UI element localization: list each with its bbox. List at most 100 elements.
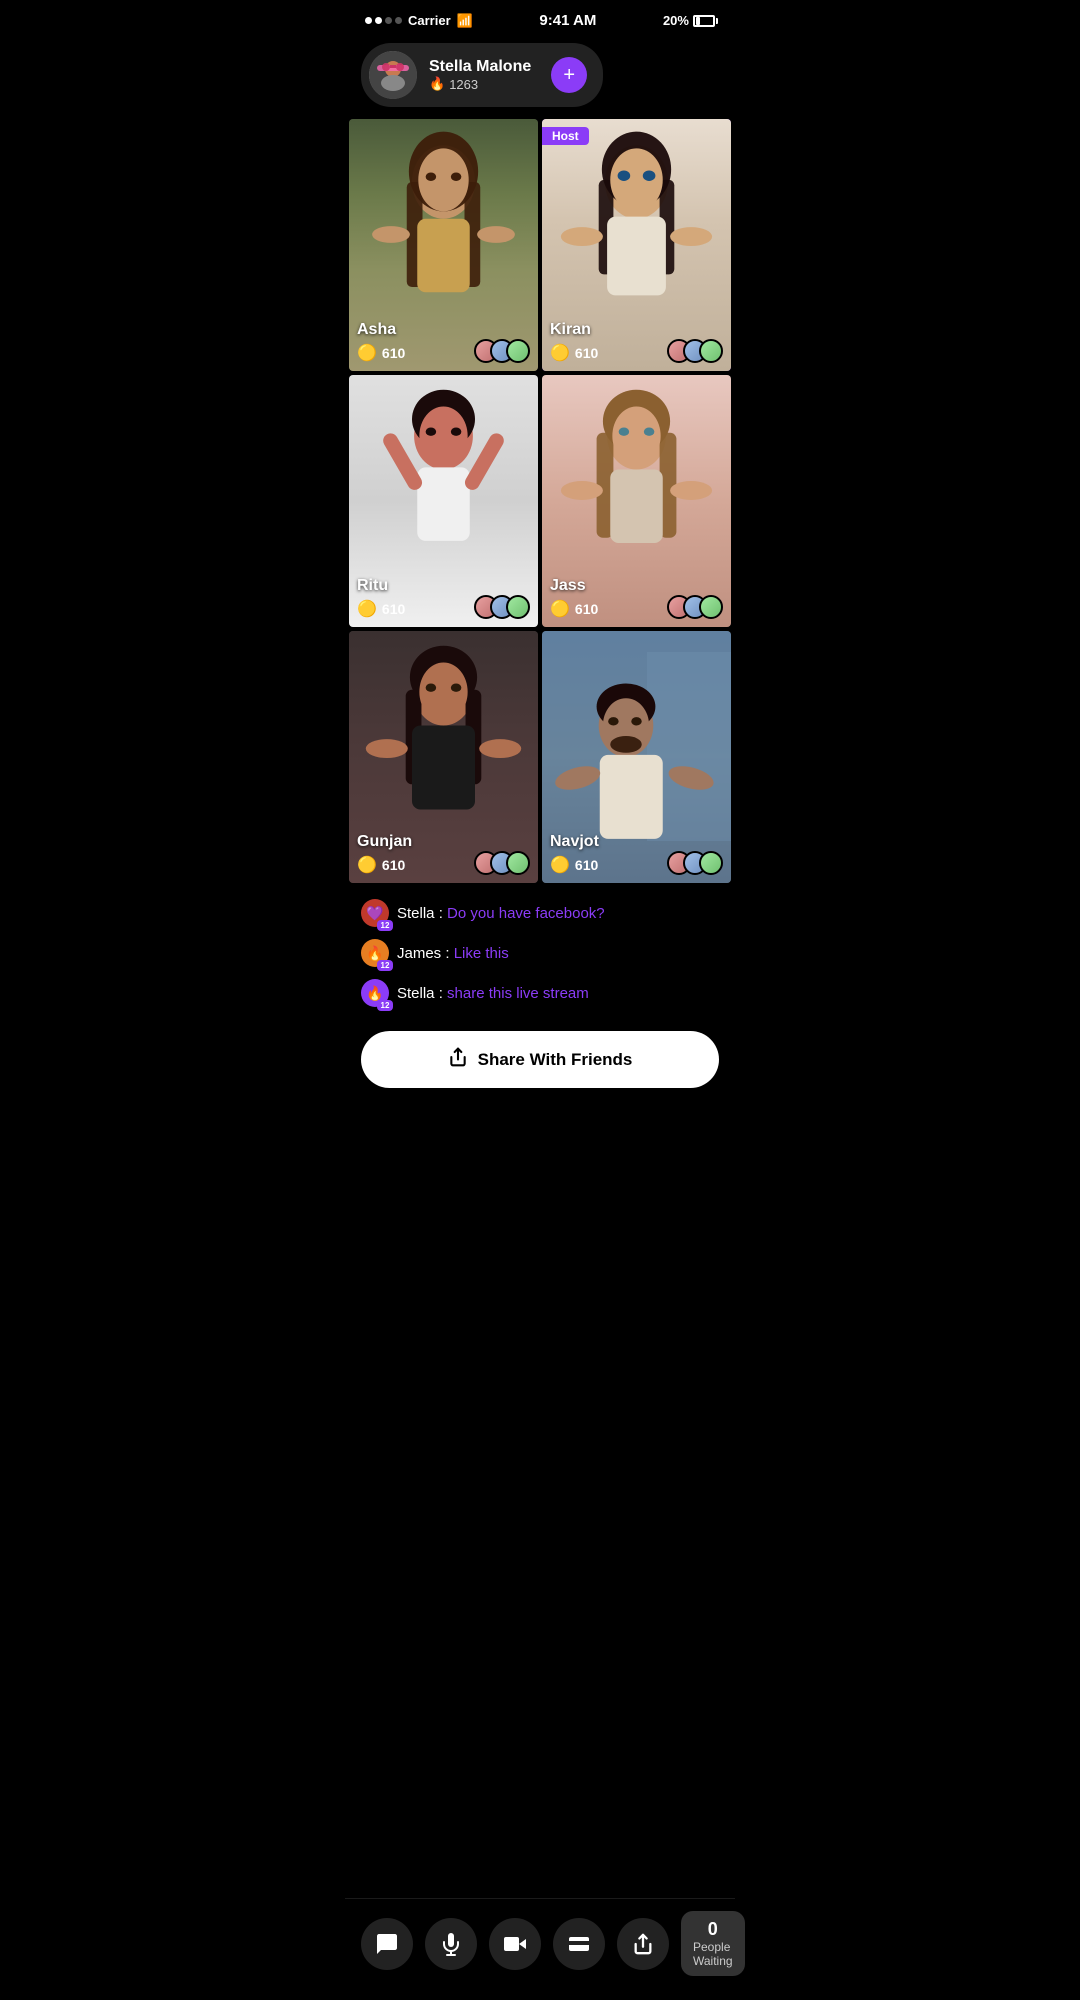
- stream-coins-asha: 🟡 610: [357, 343, 405, 363]
- share-button[interactable]: Share With Friends: [361, 1031, 719, 1088]
- chat-badge-wrap-3: 🔥 12: [361, 979, 389, 1007]
- viewer-avatar-g3: [506, 851, 530, 875]
- coin-value-jass: 610: [575, 601, 598, 617]
- level-badge-3: 12: [377, 1000, 393, 1011]
- coin-icon-jass: 🟡: [550, 599, 570, 619]
- viewer-avatars-jass: [667, 595, 723, 619]
- nav-icons-group: [361, 1918, 675, 1970]
- signal-dot-4: [395, 17, 402, 24]
- stream-coins-jass: 🟡 610: [550, 599, 598, 619]
- stream-info-kiran: Kiran 🟡 610: [550, 321, 598, 363]
- coin-icon-navjot: 🟡: [550, 855, 570, 875]
- chat-badge-wrap-1: 💜 12: [361, 899, 389, 927]
- chat-message-content-2: Like this: [454, 945, 509, 962]
- signal-dot-3: [385, 17, 392, 24]
- chat-text-3: Stella : share this live stream: [397, 985, 589, 1002]
- status-left: Carrier 📶: [365, 13, 473, 29]
- battery-percent: 20%: [663, 13, 689, 28]
- streamer-name-asha: Asha: [357, 321, 405, 339]
- people-waiting-panel: 0 People Waiting: [681, 1911, 745, 1976]
- share-section: Share With Friends: [345, 1031, 735, 1108]
- coin-value-kiran: 610: [575, 345, 598, 361]
- streamer-name-navjot: Navjot: [550, 833, 599, 851]
- stream-cell-ritu[interactable]: Ritu 🟡 610: [349, 375, 538, 627]
- chat-message-content-3: share this live stream: [447, 985, 589, 1002]
- stream-info-gunjan: Gunjan 🟡 610: [357, 833, 412, 875]
- stream-info-ritu: Ritu 🟡 610: [357, 577, 405, 619]
- coin-icon-kiran: 🟡: [550, 343, 570, 363]
- viewer-avatars-gunjan: [474, 851, 530, 875]
- bottom-nav: 0 People Waiting: [345, 1898, 735, 2000]
- stream-grid: Asha 🟡 610 Host Kiran: [345, 119, 735, 883]
- streamer-name-kiran: Kiran: [550, 321, 598, 339]
- stream-info-navjot: Navjot 🟡 610: [550, 833, 599, 875]
- stream-cell-gunjan[interactable]: Gunjan 🟡 610: [349, 631, 538, 883]
- viewer-avatar-3: [506, 339, 530, 363]
- stream-coins-navjot: 🟡 610: [550, 855, 599, 875]
- chat-nav-button[interactable]: [361, 1918, 413, 1970]
- people-waiting-count: 0: [708, 1919, 718, 1940]
- coin-icon: 🟡: [357, 343, 377, 363]
- chat-username-3: Stella :: [397, 985, 447, 1002]
- chat-badge-wrap-2: 🔥 12: [361, 939, 389, 967]
- status-bar: Carrier 📶 9:41 AM 20%: [345, 0, 735, 35]
- people-waiting-label: People Waiting: [693, 1940, 733, 1968]
- user-score: 🔥 1263: [429, 76, 531, 92]
- stream-coins-kiran: 🟡 610: [550, 343, 598, 363]
- coin-icon-ritu: 🟡: [357, 599, 377, 619]
- share-icon: [448, 1047, 468, 1072]
- stream-cell-asha[interactable]: Asha 🟡 610: [349, 119, 538, 371]
- user-card: Stella Malone 🔥 1263 +: [361, 43, 603, 107]
- stream-cell-navjot[interactable]: Navjot 🟡 610: [542, 631, 731, 883]
- level-badge-2: 12: [377, 960, 393, 971]
- chat-section: 💜 12 Stella : Do you have facebook? 🔥 12…: [345, 883, 735, 1031]
- stream-coins-ritu: 🟡 610: [357, 599, 405, 619]
- viewer-avatars-ritu: [474, 595, 530, 619]
- viewer-avatar-n3: [699, 851, 723, 875]
- level-badge-1: 12: [377, 920, 393, 931]
- chat-message-3: 🔥 12 Stella : share this live stream: [361, 979, 719, 1007]
- user-info: Stella Malone 🔥 1263: [429, 58, 531, 92]
- viewer-avatar-j3: [699, 595, 723, 619]
- score-value: 1263: [449, 77, 478, 92]
- chat-text-2: James : Like this: [397, 945, 509, 962]
- time-display: 9:41 AM: [539, 12, 596, 29]
- wallet-nav-button[interactable]: [553, 1918, 605, 1970]
- video-nav-button[interactable]: [489, 1918, 541, 1970]
- chat-message-2: 🔥 12 James : Like this: [361, 939, 719, 967]
- signal-dots: [365, 17, 402, 24]
- chat-text-1: Stella : Do you have facebook?: [397, 905, 605, 922]
- coin-value-ritu: 610: [382, 601, 405, 617]
- signal-dot-1: [365, 17, 372, 24]
- signal-dot-2: [375, 17, 382, 24]
- chat-username-2: James :: [397, 945, 454, 962]
- carrier-label: Carrier: [408, 13, 451, 28]
- share-button-label: Share With Friends: [478, 1050, 633, 1070]
- stream-info-asha: Asha 🟡 610: [357, 321, 405, 363]
- add-button[interactable]: +: [551, 57, 587, 93]
- battery-icon: [693, 15, 715, 27]
- share-nav-button[interactable]: [617, 1918, 669, 1970]
- viewer-avatars-asha: [474, 339, 530, 363]
- coin-value-gunjan: 610: [382, 857, 405, 873]
- stream-cell-jass[interactable]: Jass 🟡 610: [542, 375, 731, 627]
- wifi-icon: 📶: [457, 13, 473, 29]
- viewer-avatar-r3: [506, 595, 530, 619]
- mic-nav-button[interactable]: [425, 1918, 477, 1970]
- coin-value-asha: 610: [382, 345, 405, 361]
- viewer-avatars-kiran: [667, 339, 723, 363]
- stream-cell-kiran[interactable]: Host Kiran 🟡 610: [542, 119, 731, 371]
- stream-coins-gunjan: 🟡 610: [357, 855, 412, 875]
- viewer-avatars-navjot: [667, 851, 723, 875]
- status-right: 20%: [663, 13, 715, 28]
- user-name: Stella Malone: [429, 58, 531, 76]
- chat-message-1: 💜 12 Stella : Do you have facebook?: [361, 899, 719, 927]
- chat-message-content-1: Do you have facebook?: [447, 905, 605, 922]
- stream-info-jass: Jass 🟡 610: [550, 577, 598, 619]
- host-badge: Host: [542, 127, 589, 145]
- chat-username-1: Stella :: [397, 905, 447, 922]
- fire-icon: 🔥: [429, 76, 445, 92]
- coin-value-navjot: 610: [575, 857, 598, 873]
- streamer-name-ritu: Ritu: [357, 577, 405, 595]
- streamer-name-jass: Jass: [550, 577, 598, 595]
